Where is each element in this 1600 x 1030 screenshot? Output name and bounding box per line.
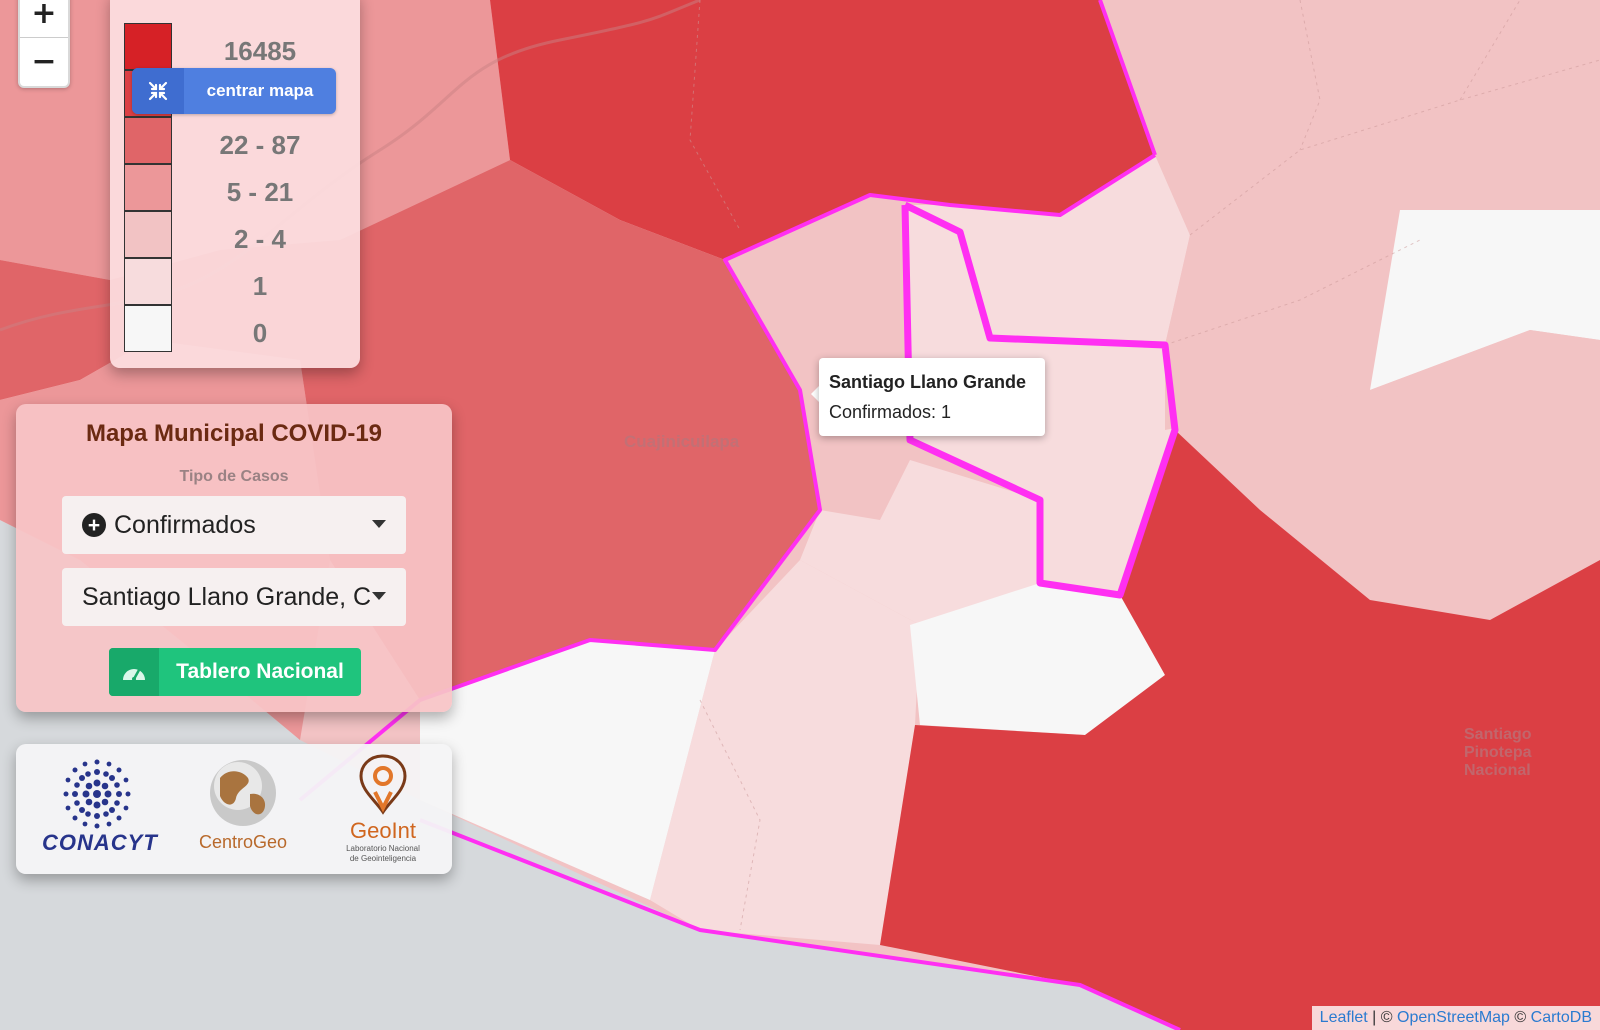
attribution: Leaflet | © OpenStreetMap © CartoDB [1311, 1006, 1600, 1030]
tooltip-municipality-name: Santiago Llano Grande [829, 372, 1027, 392]
zoom-out-button[interactable]: − [20, 38, 68, 85]
label-pinotepa: Santiago Pinotepa Nacional [1464, 726, 1532, 779]
plus-circle-icon: + [82, 513, 106, 537]
leaflet-link[interactable]: Leaflet [1320, 1009, 1368, 1027]
chevron-down-icon [372, 592, 386, 600]
tooltip-value: Confirmados: 1 [829, 402, 952, 422]
attribution-separator: | © [1367, 1009, 1397, 1026]
centrogeo-wordmark: CentroGeo [198, 832, 288, 852]
panel-title: Mapa Municipal COVID-19 [85, 420, 383, 447]
national-dashboard-label: Tablero Nacional [176, 660, 344, 683]
label-cuajinicuilapa: Cuajinicuilapa [624, 432, 740, 451]
zoom-in-button[interactable]: + [20, 0, 68, 38]
compress-icon [132, 68, 184, 114]
chevron-down-icon [372, 520, 386, 528]
geoint-subtitle: de Geointeligencia [349, 854, 417, 863]
case-type-value: Confirmados [114, 510, 256, 539]
legend-label: 16485 [223, 36, 297, 66]
municipality-value: Santiago Llano Grande, C [82, 582, 372, 611]
conacyt-logo[interactable]: CONACYT [42, 758, 158, 858]
center-map-label: centrar mapa [206, 81, 314, 100]
legend-label: 22 - 87 [219, 130, 301, 160]
legend-swatch-0 [124, 305, 172, 352]
conacyt-wordmark: CONACYT [42, 830, 158, 855]
legend-label: 5 - 21 [226, 177, 294, 207]
attribution-separator: © [1509, 1009, 1531, 1026]
legend-swatch-2-4 [124, 211, 172, 258]
legend-swatch-1 [124, 258, 172, 305]
center-map-button[interactable]: centrar mapa [132, 68, 336, 114]
national-dashboard-button[interactable]: Tablero Nacional [109, 648, 361, 696]
dashboard-icon [109, 648, 159, 696]
geoint-logo[interactable]: GeoInt Laboratorio Nacional de Geointeli… [328, 752, 438, 866]
location-pin-icon [359, 754, 407, 815]
legend-swatch-16485 [124, 23, 172, 70]
legend-swatch-5-21 [124, 164, 172, 211]
conacyt-emblem-icon [63, 759, 131, 829]
logos-panel: CONACYT CentroGeo GeoInt Laboratorio Nac… [16, 744, 452, 874]
globe-icon [210, 760, 276, 826]
legend: 16485 22 - 87 5 - 21 2 - 4 1 0 centrar m… [110, 0, 360, 368]
case-type-select[interactable]: + Confirmados [62, 496, 406, 554]
cartodb-link[interactable]: CartoDB [1531, 1009, 1592, 1027]
municipality-select[interactable]: Santiago Llano Grande, C [62, 568, 406, 626]
legend-label: 0 [252, 318, 268, 348]
zoom-control: + − [18, 0, 70, 88]
geoint-subtitle: Laboratorio Nacional [346, 844, 420, 853]
legend-label: 1 [252, 271, 268, 301]
case-type-label: Tipo de Casos [179, 468, 289, 485]
geoint-wordmark: GeoInt [349, 818, 417, 843]
openstreetmap-link[interactable]: OpenStreetMap [1397, 1009, 1510, 1027]
municipality-tooltip: Santiago Llano Grande Confirmados: 1 [819, 358, 1045, 436]
legend-swatch-22-87 [124, 117, 172, 164]
control-panel: Mapa Municipal COVID-19 Tipo de Casos + … [16, 404, 452, 712]
centrogeo-logo[interactable]: CentroGeo [188, 758, 298, 858]
legend-label: 2 - 4 [233, 224, 287, 254]
